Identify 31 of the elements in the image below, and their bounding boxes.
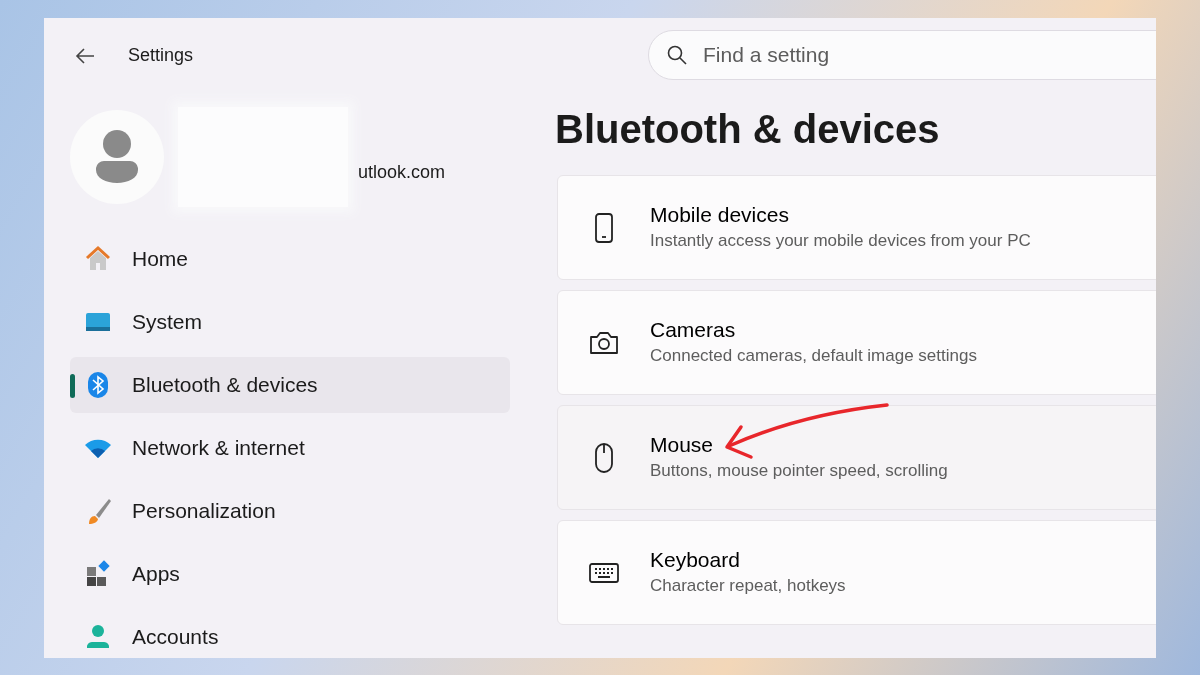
card-description: Character repeat, hotkeys — [650, 574, 846, 597]
sidebar-item[interactable]: Apps — [70, 546, 510, 602]
person-icon — [84, 623, 112, 651]
house-icon — [84, 245, 112, 273]
card-description: Connected cameras, default image settings — [650, 344, 977, 367]
apps-icon — [84, 560, 112, 588]
card-title: Keyboard — [650, 546, 741, 573]
settings-card[interactable]: Keyboard Character repeat, hotkeys — [557, 520, 1156, 625]
card-title: Cameras — [650, 316, 737, 343]
search-box[interactable]: Find a setting — [648, 30, 1156, 80]
search-field[interactable]: Find a setting — [701, 33, 1156, 77]
sidebar-item[interactable]: Network & internet — [70, 420, 510, 476]
back-arrow-icon — [74, 46, 96, 65]
sidebar-item[interactable]: System — [70, 294, 510, 350]
settings-card[interactable]: Mouse Buttons, mouse pointer speed, scrolling — [557, 405, 1156, 510]
sidebar-item[interactable]: Personalization — [70, 483, 510, 539]
settings-card[interactable]: Mobile devices Instantly access your mobile devices from your PC — [557, 175, 1156, 280]
sidebar-item[interactable]: Bluetooth & devices — [70, 357, 510, 413]
settings-card[interactable]: Cameras Connected cameras, default image settings — [557, 290, 1156, 395]
search-icon — [667, 45, 687, 65]
selection-indicator — [70, 374, 75, 398]
sidebar-item[interactable]: Home — [70, 231, 510, 287]
card-description: Instantly access your mobile devices from your PC — [650, 229, 1031, 252]
window-title: Settings — [128, 44, 194, 67]
account-email: utlook.com — [358, 160, 446, 184]
person-icon — [94, 130, 140, 184]
card-title: Mouse — [650, 431, 715, 458]
card-title: Mobile devices — [650, 201, 790, 228]
sidebar-item[interactable]: Accounts — [70, 609, 510, 658]
card-description: Buttons, mouse pointer speed, scrolling — [650, 459, 948, 482]
page-title: Bluetooth & devices — [555, 106, 941, 153]
